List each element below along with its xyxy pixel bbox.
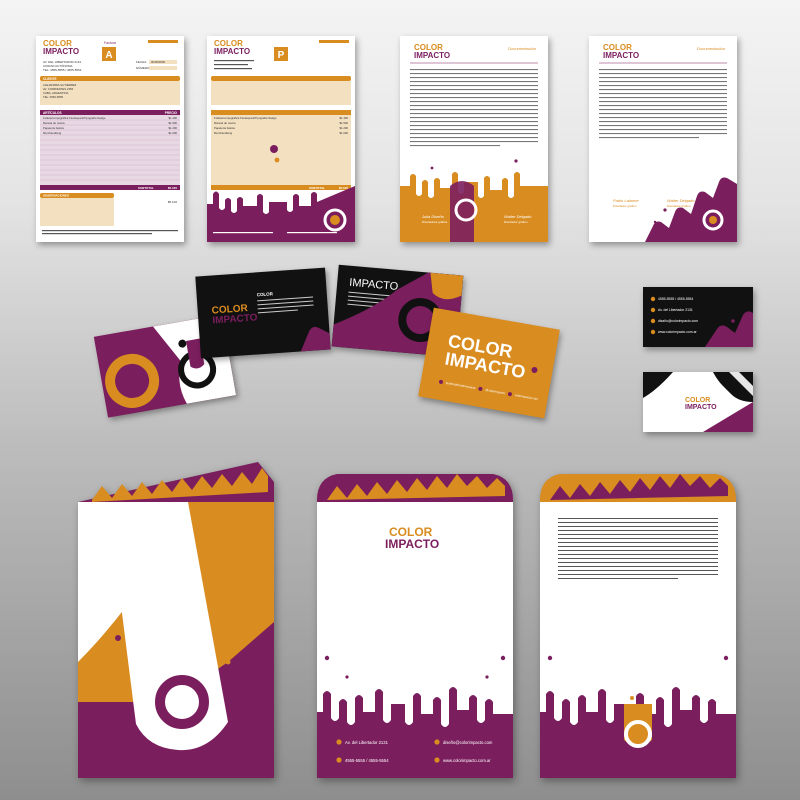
brand-logo-line2: IMPACTO xyxy=(603,51,639,60)
contact-instagram: @colorimpacto xyxy=(485,388,506,395)
total-value: $5.100 xyxy=(168,200,178,204)
contact-web: colorimpacto.com xyxy=(514,393,538,401)
item-name: Manual de marca xyxy=(43,121,65,125)
signer-1-role: Diseñador gráfico xyxy=(613,204,637,208)
invoice-a-sheet: COLOR IMPACTO Factura A AV. DEL LIBERTAD… xyxy=(36,36,184,242)
signer-2-name: Walter Delgado xyxy=(667,198,695,203)
contact-facebook: facebook/colorimpacto xyxy=(446,381,477,390)
brand-logo-line1: COLOR xyxy=(685,397,710,404)
business-card-black-color: COLOR IMPACTO COLOR xyxy=(195,267,331,359)
item-name: Manual de marca xyxy=(214,121,236,125)
signer-2-name: Walter Delgado xyxy=(504,214,532,219)
item-name: Folletería tipográfica Fierelepara/Tipog… xyxy=(214,116,277,120)
fecha-value: 00/00/0000 xyxy=(151,60,165,64)
subtotal-value: $5.100 xyxy=(168,186,178,190)
brand-logo-line2: IMPACTO xyxy=(685,404,717,411)
card-title: COLOR xyxy=(257,291,274,297)
invoice-letter: P xyxy=(278,50,285,61)
header-right-label: Documentación xyxy=(508,46,536,51)
item-price: $1.000 xyxy=(339,131,348,135)
envelope-phone: 4555-5555 / 4555-5554 xyxy=(345,758,389,763)
precio-header: PRECIO xyxy=(165,111,178,115)
card-title: IMPACTO xyxy=(349,277,399,293)
invoice-type-label: Factura xyxy=(104,41,116,45)
signer-2-role: Diseñador gráfico xyxy=(504,220,528,224)
item-price: $1.200 xyxy=(168,126,177,130)
header-right-label: Documentación xyxy=(697,46,725,51)
cliente-header: CLIENTE xyxy=(43,77,57,81)
brand-logo-line2: IMPACTO xyxy=(43,47,79,56)
subtotal-label: SUBTOTAL xyxy=(309,186,325,190)
item-name: Merchandising xyxy=(43,131,62,135)
contact-phone: 4555-5555 / 4555-5554 xyxy=(658,297,693,301)
articulos-header: ARTÍCULOS xyxy=(43,110,62,115)
brand-logo: COLOR IMPACTO xyxy=(385,525,439,551)
brand-logo: COLOR IMPACTO xyxy=(414,43,450,60)
brand-logo-line2: IMPACTO xyxy=(385,537,439,551)
contact-web: www.colorimpacto.com.ar xyxy=(658,330,697,334)
envelope-email: diseño@colorimpacto.com xyxy=(443,740,493,745)
item-name: Merchandising xyxy=(214,131,233,135)
item-price: $1.500 xyxy=(168,121,177,125)
business-card-orange: COLOR IMPACTO facebook/colorimpacto @col… xyxy=(418,307,560,419)
item-price: $1.400 xyxy=(168,116,177,120)
item-name: Papelería básica xyxy=(214,126,235,130)
address-line: TEL: 4555-5555 / 4555-5554 xyxy=(43,68,82,72)
lorem-block xyxy=(599,69,727,139)
brand-logo: COLOR IMPACTO xyxy=(603,43,639,60)
envelope-web: www.colorimpacto.com.ar xyxy=(443,758,491,763)
letterhead-sheet-1: COLOR IMPACTO Documentación Julia Diseño… xyxy=(400,36,548,242)
letterhead-sheet-2: COLOR IMPACTO Documentación Pablo Lalann… xyxy=(589,36,737,242)
item-name: Folletería tipográfica Fierelepara/Tipog… xyxy=(43,116,106,120)
invoice-letter: A xyxy=(105,50,112,61)
envelope-address: Av. del Libertador 2131 xyxy=(345,740,389,745)
item-name: Papelería básica xyxy=(43,126,64,130)
invoice-p-sheet: COLOR IMPACTO P Folletería tipográfica F… xyxy=(207,36,355,242)
envelope-emblem xyxy=(540,472,736,778)
small-card-black-back: 4555-5555 / 4555-5554 Av. del Libertador… xyxy=(643,287,753,347)
brand-logo: COLOR IMPACTO xyxy=(43,39,79,56)
cliente-line: TEL: 4566-6555 xyxy=(43,95,64,99)
brand-logo-line2: IMPACTO xyxy=(214,47,250,56)
brand-logo: COLOR IMPACTO xyxy=(214,39,250,56)
folder xyxy=(78,462,274,778)
item-price: $1.400 xyxy=(339,116,348,120)
signer-1-role: Diseñadora gráfica xyxy=(422,220,448,224)
signer-1-name: Julia Diseño xyxy=(421,214,445,219)
envelope-logo: COLOR IMPACTO Av. del Libertador 2131 45… xyxy=(317,472,513,778)
lorem-block xyxy=(410,69,538,147)
observaciones-label: OBSERVACIONES xyxy=(43,194,69,198)
signer-2-role: Diseñador gráfico xyxy=(667,204,691,208)
brand-logo-line2: IMPACTO xyxy=(414,51,450,60)
small-card-white-front: COLOR IMPACTO xyxy=(643,372,753,432)
fecha-label: FECHA: xyxy=(136,60,147,64)
item-price: $1.500 xyxy=(339,121,348,125)
subtotal-label: SUBTOTAL xyxy=(138,186,154,190)
contact-email: disaño@colorimpacto.com xyxy=(658,319,698,323)
signer-1-name: Pablo Lalanne xyxy=(613,198,639,203)
item-price: $1.000 xyxy=(168,131,177,135)
contact-address: Av. del Libertador 2131 xyxy=(658,308,693,312)
numero-label: NÚMERO: xyxy=(136,65,150,70)
subtotal-value: $5.100 xyxy=(339,186,349,190)
brand-logo-line2: IMPACTO xyxy=(212,312,258,326)
item-price: $1.200 xyxy=(339,126,348,130)
